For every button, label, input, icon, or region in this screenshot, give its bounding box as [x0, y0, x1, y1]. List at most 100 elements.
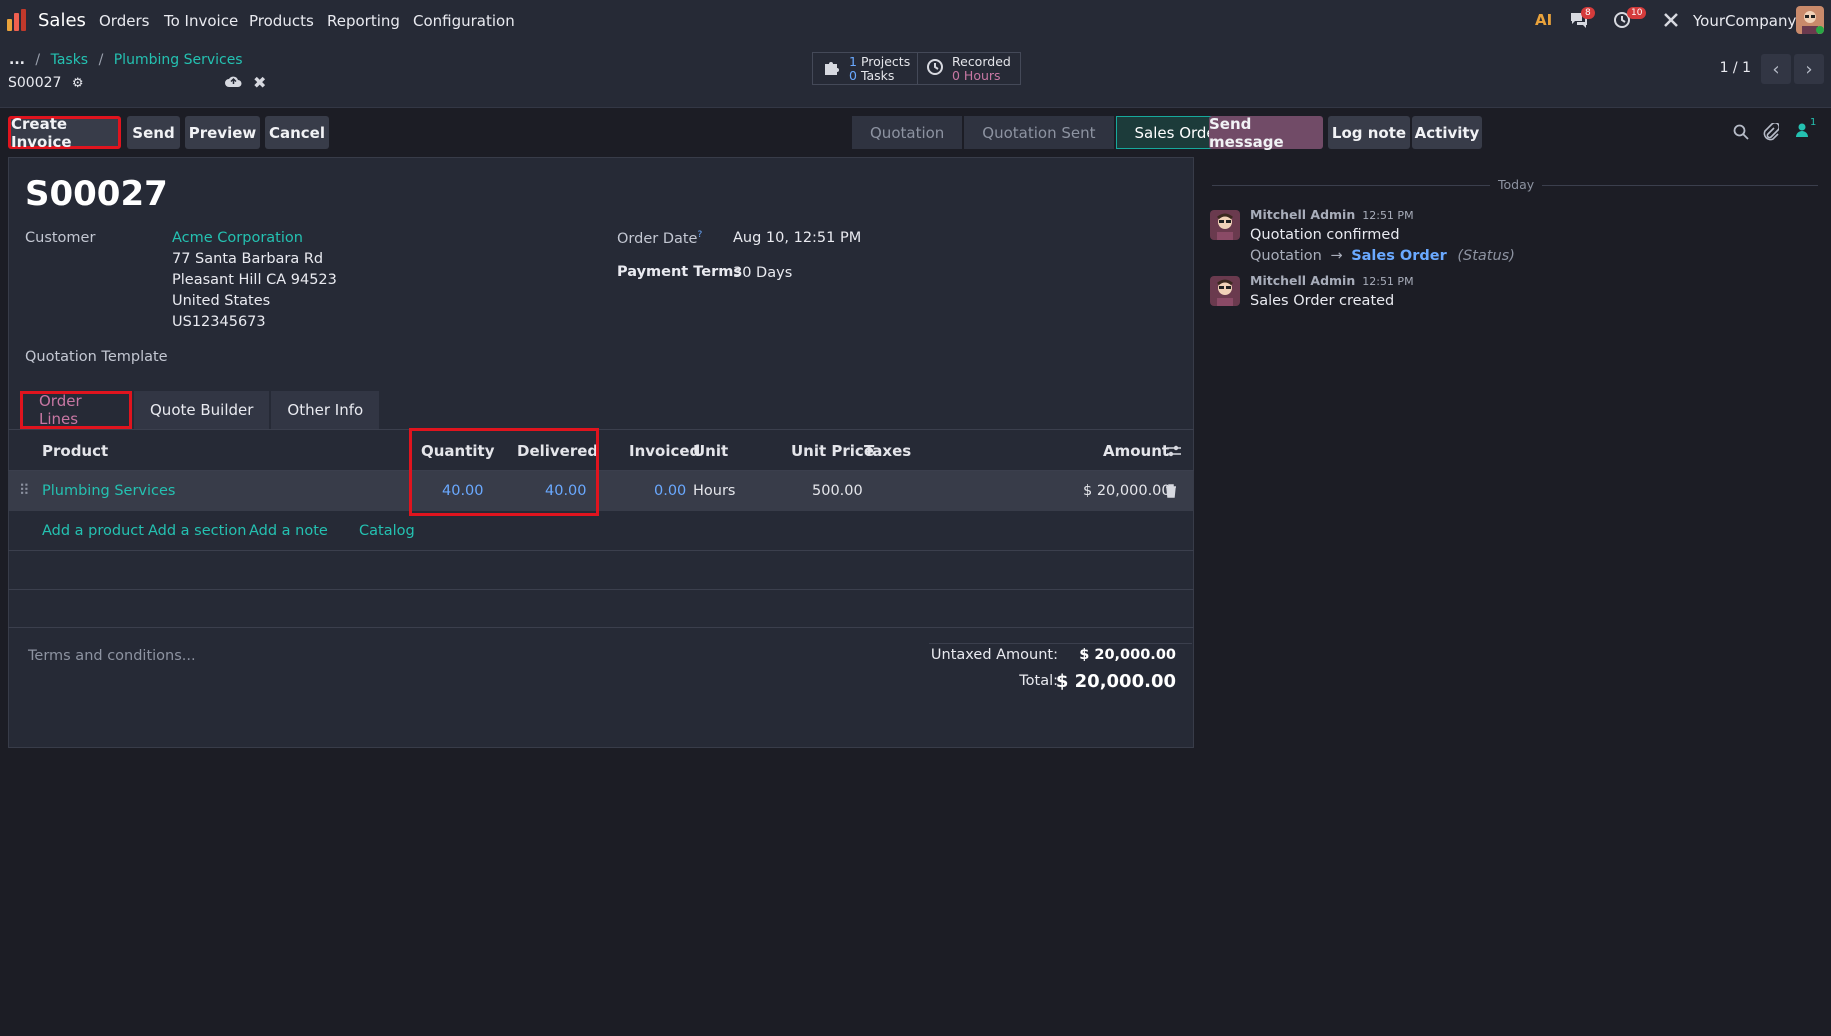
- messages-icon[interactable]: 8: [1569, 7, 1595, 29]
- message-time: 12:51 PM: [1362, 209, 1414, 222]
- preview-button[interactable]: Preview: [185, 116, 260, 149]
- total-label: Total:: [1019, 673, 1058, 689]
- tab-quote-builder[interactable]: Quote Builder: [134, 391, 270, 429]
- line-unit-price[interactable]: 500.00: [812, 471, 863, 511]
- tasks-label: Tasks: [860, 67, 895, 83]
- activities-icon[interactable]: 10: [1613, 7, 1647, 29]
- payment-terms-value[interactable]: 30 Days: [733, 265, 792, 281]
- tracking-field-name: (Status): [1457, 248, 1515, 264]
- add-product-link[interactable]: Add a product: [42, 511, 144, 550]
- tab-order-lines[interactable]: Order Lines: [20, 391, 132, 429]
- recorded-label: Recorded: [952, 53, 1011, 69]
- order-title: S00027: [25, 174, 168, 214]
- untaxed-amount-value: $ 20,000.00: [1079, 647, 1176, 663]
- messages-badge: 8: [1581, 7, 1595, 19]
- author-avatar[interactable]: [1210, 276, 1240, 306]
- pager-value[interactable]: 1 / 1: [1720, 60, 1751, 76]
- company-switcher[interactable]: YourCompany: [1693, 12, 1796, 30]
- status-quotation-sent[interactable]: Quotation Sent: [964, 116, 1114, 149]
- tasks-count: 0: [849, 67, 857, 83]
- activity-button[interactable]: Activity: [1412, 116, 1482, 149]
- send-button[interactable]: Send: [127, 116, 180, 149]
- trash-icon[interactable]: [1165, 471, 1177, 511]
- notebook-tabs: Order Lines Quote Builder Other Info: [20, 391, 381, 429]
- projects-label: Projects: [860, 53, 911, 69]
- followers-icon[interactable]: 1: [1795, 117, 1816, 142]
- menu-to-invoice[interactable]: To Invoice: [164, 12, 238, 30]
- followers-count: 1: [1810, 117, 1817, 128]
- col-product[interactable]: Product: [42, 431, 108, 470]
- untaxed-amount-label: Untaxed Amount:: [930, 647, 1058, 663]
- col-unit[interactable]: Unit: [693, 431, 728, 470]
- paperclip-icon[interactable]: [1763, 121, 1781, 145]
- col-invoiced[interactable]: Invoiced: [629, 431, 700, 470]
- customer-link[interactable]: Acme Corporation: [172, 230, 303, 246]
- breadcrumb: ... / Tasks / Plumbing Services: [9, 52, 243, 68]
- recorded-hours-smart-button[interactable]: Recorded 0 Hours: [917, 52, 1021, 85]
- address-line: 77 Santa Barbara Rd: [172, 251, 324, 267]
- col-amount[interactable]: Amount: [1103, 431, 1169, 470]
- user-avatar[interactable]: [1796, 6, 1824, 34]
- pager-next-button[interactable]: ›: [1794, 54, 1824, 84]
- tracking-new-value: Sales Order: [1351, 248, 1447, 264]
- menu-products[interactable]: Products: [249, 12, 314, 30]
- sales-app-icon[interactable]: [7, 9, 29, 31]
- add-line-row: Add a product Add a section Add a note C…: [8, 511, 1194, 551]
- discard-icon[interactable]: ✖: [253, 73, 266, 92]
- line-amount: $ 20,000.00: [1083, 483, 1171, 499]
- message-author: Mitchell Admin 12:51 PM: [1250, 273, 1414, 288]
- menu-orders[interactable]: Orders: [99, 12, 149, 30]
- table-header: Product Quantity Delivered Invoiced Unit…: [8, 431, 1194, 471]
- send-message-button[interactable]: Send message: [1209, 115, 1323, 151]
- author-name[interactable]: Mitchell Admin: [1250, 207, 1355, 222]
- create-invoice-button[interactable]: Create Invoice: [8, 115, 121, 151]
- gear-icon[interactable]: ⚙: [72, 76, 84, 91]
- drag-handle-icon[interactable]: ⠿: [19, 471, 30, 511]
- author-name[interactable]: Mitchell Admin: [1250, 273, 1355, 288]
- tracking-value: Quotation → Sales Order (Status): [1250, 248, 1515, 264]
- catalog-link[interactable]: Catalog: [359, 511, 415, 550]
- table-row[interactable]: ⠿ Plumbing Services 40.00 40.00 0.00 Hou…: [8, 471, 1194, 511]
- breadcrumb-separator: /: [98, 52, 104, 68]
- chevron-right-icon: ›: [1805, 58, 1813, 80]
- customer-label: Customer: [25, 230, 96, 246]
- breadcrumb-plumbing-services[interactable]: Plumbing Services: [114, 52, 243, 68]
- add-section-link[interactable]: Add a section: [148, 511, 246, 550]
- pager-previous-button[interactable]: ‹: [1761, 54, 1791, 84]
- menu-configuration[interactable]: Configuration: [413, 12, 515, 30]
- quantity-delivered-highlight: [409, 428, 599, 516]
- ai-icon[interactable]: AI: [1535, 11, 1552, 29]
- column-settings-icon[interactable]: [1166, 431, 1182, 470]
- col-unit-price[interactable]: Unit Price: [791, 431, 874, 470]
- empty-row: [8, 590, 1194, 628]
- projects-smart-button[interactable]: 1 Projects 0 Tasks: [812, 52, 918, 85]
- projects-count: 1: [849, 53, 857, 69]
- address-line: United States: [172, 293, 271, 309]
- message-time: 12:51 PM: [1362, 275, 1414, 288]
- line-unit[interactable]: Hours: [693, 471, 735, 511]
- status-quotation[interactable]: Quotation: [852, 116, 963, 149]
- log-note-button[interactable]: Log note: [1328, 116, 1410, 149]
- breadcrumb-ellipsis[interactable]: ...: [9, 52, 25, 68]
- menu-reporting[interactable]: Reporting: [327, 12, 400, 30]
- cancel-button[interactable]: Cancel: [265, 116, 329, 149]
- breadcrumb-tasks[interactable]: Tasks: [51, 52, 89, 68]
- line-product[interactable]: Plumbing Services: [42, 471, 175, 511]
- app-name[interactable]: Sales: [38, 10, 86, 31]
- col-taxes[interactable]: Taxes: [864, 431, 911, 470]
- author-avatar[interactable]: [1210, 210, 1240, 240]
- search-icon[interactable]: [1733, 124, 1749, 144]
- terms-input[interactable]: Terms and conditions...: [28, 648, 196, 664]
- record-name-text: S00027: [8, 75, 62, 91]
- presence-dot: [1816, 26, 1824, 34]
- tracking-old-value: Quotation: [1250, 248, 1322, 264]
- order-date-value[interactable]: Aug 10, 12:51 PM: [733, 230, 861, 246]
- order-date-label: Order Date?: [617, 230, 702, 247]
- tab-other-info[interactable]: Other Info: [271, 391, 380, 429]
- payment-terms-label: Payment Terms: [617, 264, 742, 280]
- tools-icon[interactable]: [1663, 12, 1679, 32]
- save-cloud-icon[interactable]: [225, 74, 242, 92]
- status-bar: Quotation Quotation Sent Sales Order: [852, 116, 1241, 149]
- add-note-link[interactable]: Add a note: [249, 511, 328, 550]
- help-icon[interactable]: ?: [697, 230, 702, 240]
